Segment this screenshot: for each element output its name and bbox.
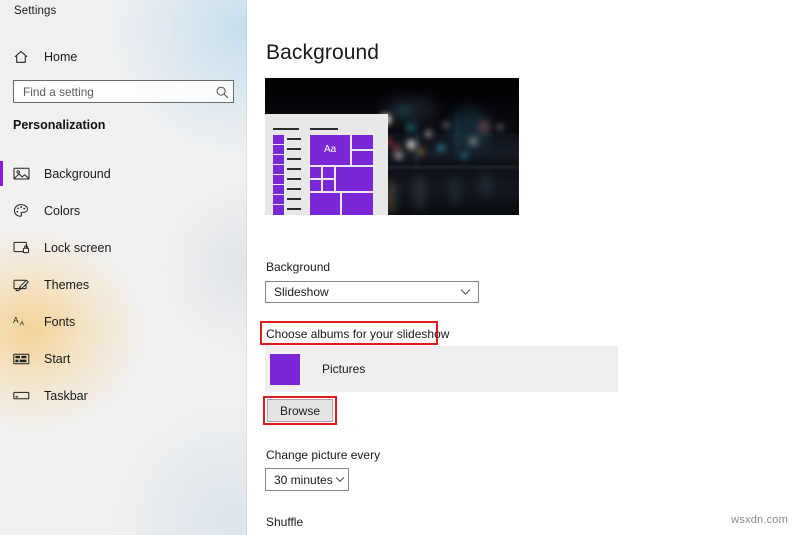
background-field-label: Background [266,260,330,274]
change-interval-value: 30 minutes [266,473,333,487]
sidebar-item-taskbar[interactable]: Taskbar [0,377,247,414]
background-type-dropdown[interactable]: Slideshow [265,281,479,303]
themes-icon [13,276,35,294]
sidebar-item-label: Lock screen [44,241,111,255]
search-icon[interactable] [211,81,233,102]
watermark: wsxdn.com [731,514,788,526]
chevron-down-icon [333,476,348,483]
taskbar-icon [13,387,35,405]
choose-albums-label: Choose albums for your slideshow [266,327,449,341]
picture-icon [13,165,35,183]
change-interval-dropdown[interactable]: 30 minutes [265,468,349,491]
preview-tile-text: Aa [324,144,336,155]
shuffle-label: Shuffle [266,515,303,529]
browse-button[interactable]: Browse [267,399,333,422]
main-content: Background [247,0,800,535]
sidebar-item-label: Start [44,352,70,366]
sidebar-item-label: Fonts [44,315,75,329]
album-list-item[interactable]: Pictures [265,346,618,392]
search-input[interactable] [14,81,211,102]
selection-indicator [0,161,3,186]
svg-text:A: A [20,321,25,328]
fonts-icon: A A [13,313,35,331]
home-icon [13,49,35,65]
sidebar-item-label: Colors [44,204,80,218]
background-type-value: Slideshow [266,285,452,299]
sidebar-item-label: Taskbar [44,389,88,403]
change-picture-label: Change picture every [266,448,380,462]
lock-screen-icon [13,239,35,257]
sidebar-section-header: Personalization [13,118,105,132]
background-preview: Aa [265,78,519,215]
sidebar: Settings Home Personalization [0,0,247,535]
sidebar-item-label: Themes [44,278,89,292]
sidebar-item-fonts[interactable]: A A Fonts [0,303,247,340]
sidebar-nav-list: Background Colors [0,155,247,414]
sidebar-item-themes[interactable]: Themes [0,266,247,303]
start-icon [13,350,35,368]
sidebar-item-label: Background [44,167,111,181]
palette-icon [13,202,35,220]
settings-window: Settings Home Personalization [0,0,800,535]
album-name: Pictures [322,362,365,376]
sidebar-item-start[interactable]: Start [0,340,247,377]
preview-start-menu: Aa [265,114,388,215]
page-title: Background [266,41,379,65]
search-box[interactable] [13,80,234,103]
home-label: Home [44,50,77,64]
sidebar-item-home[interactable]: Home [0,42,247,72]
app-title: Settings [14,5,56,17]
sidebar-item-lock-screen[interactable]: Lock screen [0,229,247,266]
sidebar-item-colors[interactable]: Colors [0,192,247,229]
svg-text:A: A [13,315,19,325]
sidebar-item-background[interactable]: Background [0,155,247,192]
album-thumbnail [270,354,300,385]
chevron-down-icon [452,288,478,296]
